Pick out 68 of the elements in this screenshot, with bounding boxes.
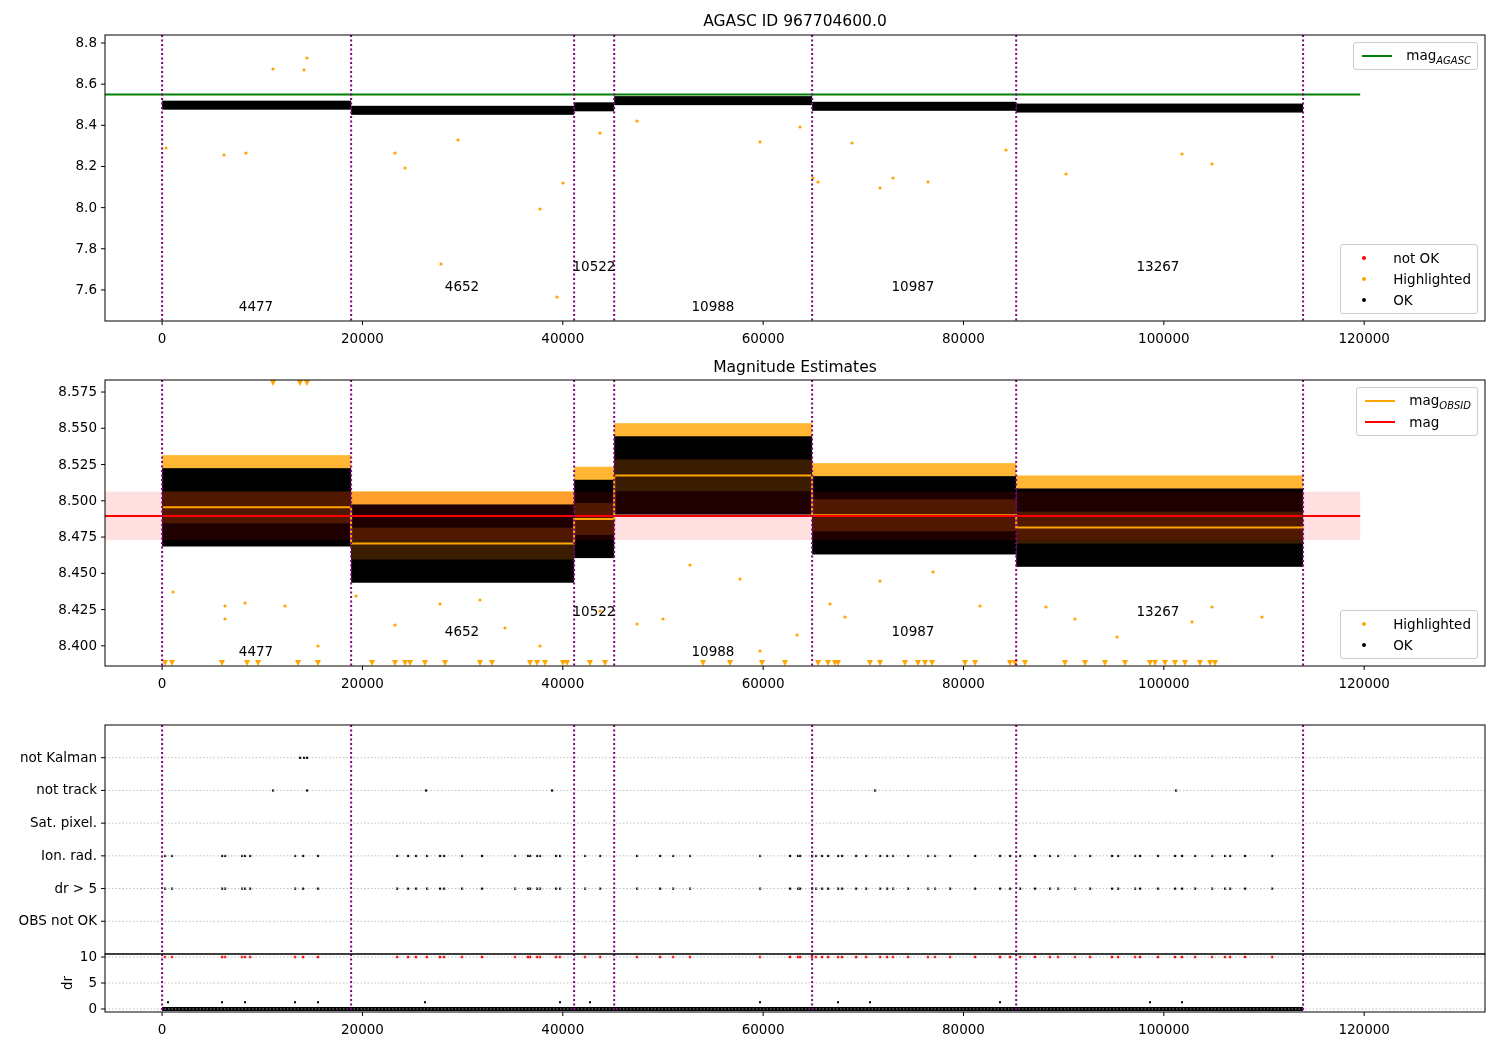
tick-label: 8.2 [75,157,97,174]
obsid-label: 4477 [238,298,274,314]
obsid-label: 10988 [691,643,735,659]
obsid-label: 10988 [691,298,735,314]
tick-label: 7.8 [75,239,97,256]
obsid-label: 4477 [238,643,274,659]
tick-label: 20000 [340,675,384,691]
legend-label: mag$_{OBSID}$ [1409,391,1471,411]
tick-label: 120000 [1338,1021,1390,1037]
obsid-label: 10522 [572,258,616,274]
tick-label: 8.450 [58,564,97,581]
tick-label: not Kalman [19,748,97,765]
tick-label: 0 [157,675,167,691]
tick-label: 80000 [942,675,985,691]
tick-label: not track [36,781,97,798]
obsid-label: 10987 [891,278,935,294]
axis-label: dr [59,975,75,991]
tick-label: Sat. pixel. [30,814,97,831]
chart-title: Magnitude Estimates [713,357,877,376]
tick-label: 8.525 [58,455,97,472]
tick-label: 8.475 [58,528,97,545]
tick-label: 10 [79,948,97,964]
tick-label: 8.0 [75,198,97,215]
tick-label: 8.425 [58,600,97,617]
tick-label: 60000 [741,1021,785,1037]
tick-label: 20000 [340,330,384,346]
tick-label: 80000 [942,330,985,346]
legend-label: OK [1393,292,1413,308]
tick-label: 0 [157,1021,167,1037]
tick-label: 8.6 [75,75,97,92]
obsid-label: 10522 [572,603,616,619]
tick-label: 0 [88,1000,97,1016]
tick-label: 60000 [741,330,785,346]
tick-label: dr > 5 [54,879,97,896]
tick-label: 120000 [1338,330,1390,346]
tick-label: 40000 [541,330,585,346]
legend-label: mag [1409,414,1440,430]
legend-label: Highlighted [1393,271,1471,287]
legend-label: not OK [1393,250,1440,266]
chart-title: AGASC ID 967704600.0 [703,11,887,30]
tick-label: 8.550 [58,419,97,436]
obsid-label: 13267 [1136,603,1180,619]
tick-label: 100000 [1138,330,1190,346]
legend-label: OK [1393,637,1413,653]
tick-label: 120000 [1338,675,1390,691]
tick-label: 7.6 [75,280,97,297]
tick-label: 100000 [1138,1021,1190,1037]
tick-label: 8.400 [58,636,97,653]
tick-label: 80000 [942,1021,985,1037]
tick-label: 40000 [541,675,585,691]
obsid-label: 4652 [444,623,480,639]
obsid-label: 10987 [891,623,935,639]
tick-label: 8.4 [75,116,97,133]
legend-label: Highlighted [1393,616,1471,632]
tick-label: 100000 [1138,675,1190,691]
tick-label: 8.8 [75,34,97,50]
legend-label: mag$_{AGASC}$ [1406,46,1471,66]
tick-label: 0 [157,330,167,346]
tick-label: 5 [88,974,97,990]
tick-label: 8.500 [58,491,97,508]
tick-label: 20000 [340,1021,384,1037]
tick-label: OBS not OK [18,912,97,929]
tick-label: 60000 [741,675,785,691]
tick-label: Ion. rad. [40,846,97,863]
tick-label: 40000 [541,1021,585,1037]
obsid-label: 13267 [1136,258,1180,274]
obsid-label: 4652 [444,278,480,294]
tick-label: 8.575 [58,383,97,400]
